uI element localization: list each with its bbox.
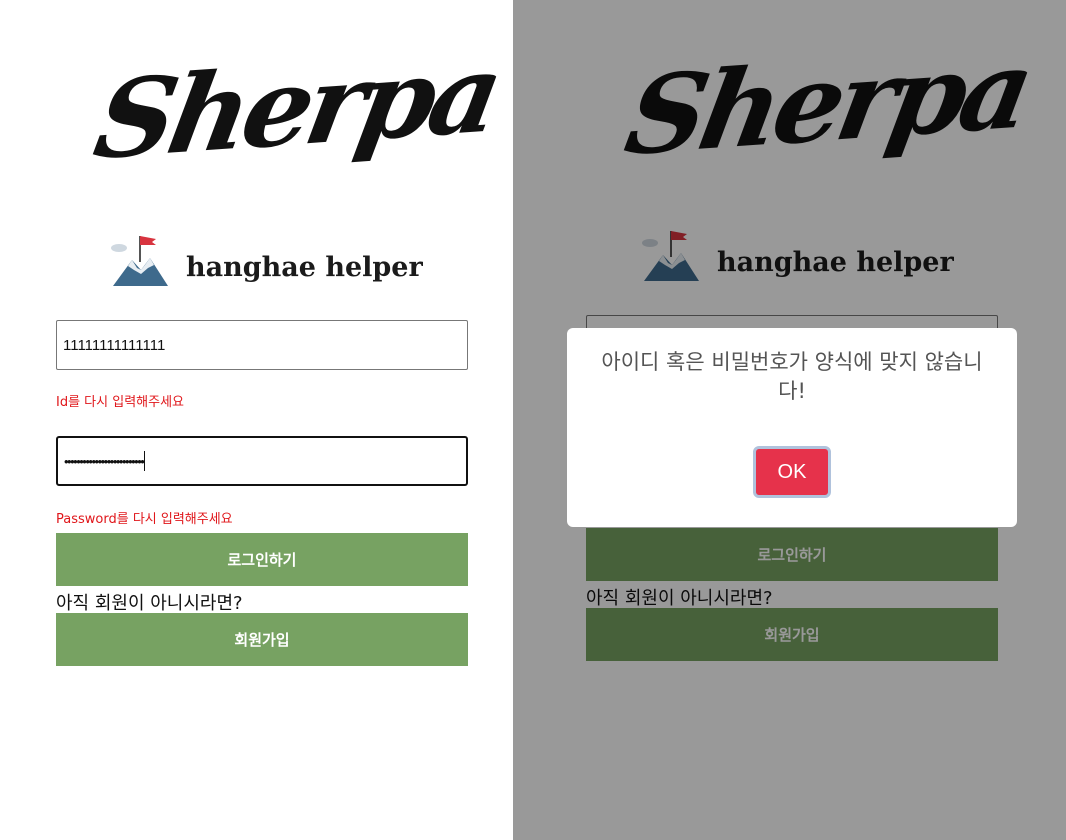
text-caret: [144, 451, 146, 471]
sherpa-logo: Sherpa hanghae helper: [0, 0, 513, 300]
id-error-message: Id를 다시 입력해주세요: [56, 395, 184, 410]
signup-prompt: 아직 회원이 아니시라면?: [56, 593, 243, 614]
password-error-message: Password를 다시 입력해주세요: [56, 512, 233, 527]
signup-button[interactable]: 회원가입: [56, 613, 468, 666]
password-input[interactable]: ••••••••••••••••••••••••••: [56, 436, 468, 486]
password-input-value: ••••••••••••••••••••••••••: [64, 453, 145, 469]
login-screen-with-alert: Sherpa hanghae helper 로그인하기 아직 회원이 아니시라면…: [513, 0, 1066, 840]
login-button[interactable]: 로그인하기: [56, 533, 468, 586]
id-input[interactable]: 11111111111111: [56, 320, 468, 370]
logo-wordmark: Sherpa: [86, 30, 507, 184]
alert-dialog: 아이디 혹은 비밀번호가 양식에 맞지 않습니다! OK: [567, 328, 1017, 527]
alert-message: 아이디 혹은 비밀번호가 양식에 맞지 않습니다!: [601, 350, 983, 403]
id-input-value: 11111111111111: [63, 336, 166, 354]
login-screen: Sherpa hanghae helper 11111111111111 Id를…: [0, 0, 513, 840]
mountain-flag-icon: [111, 236, 168, 286]
logo-tagline: hanghae helper: [186, 252, 423, 283]
ok-button[interactable]: OK: [753, 446, 831, 498]
